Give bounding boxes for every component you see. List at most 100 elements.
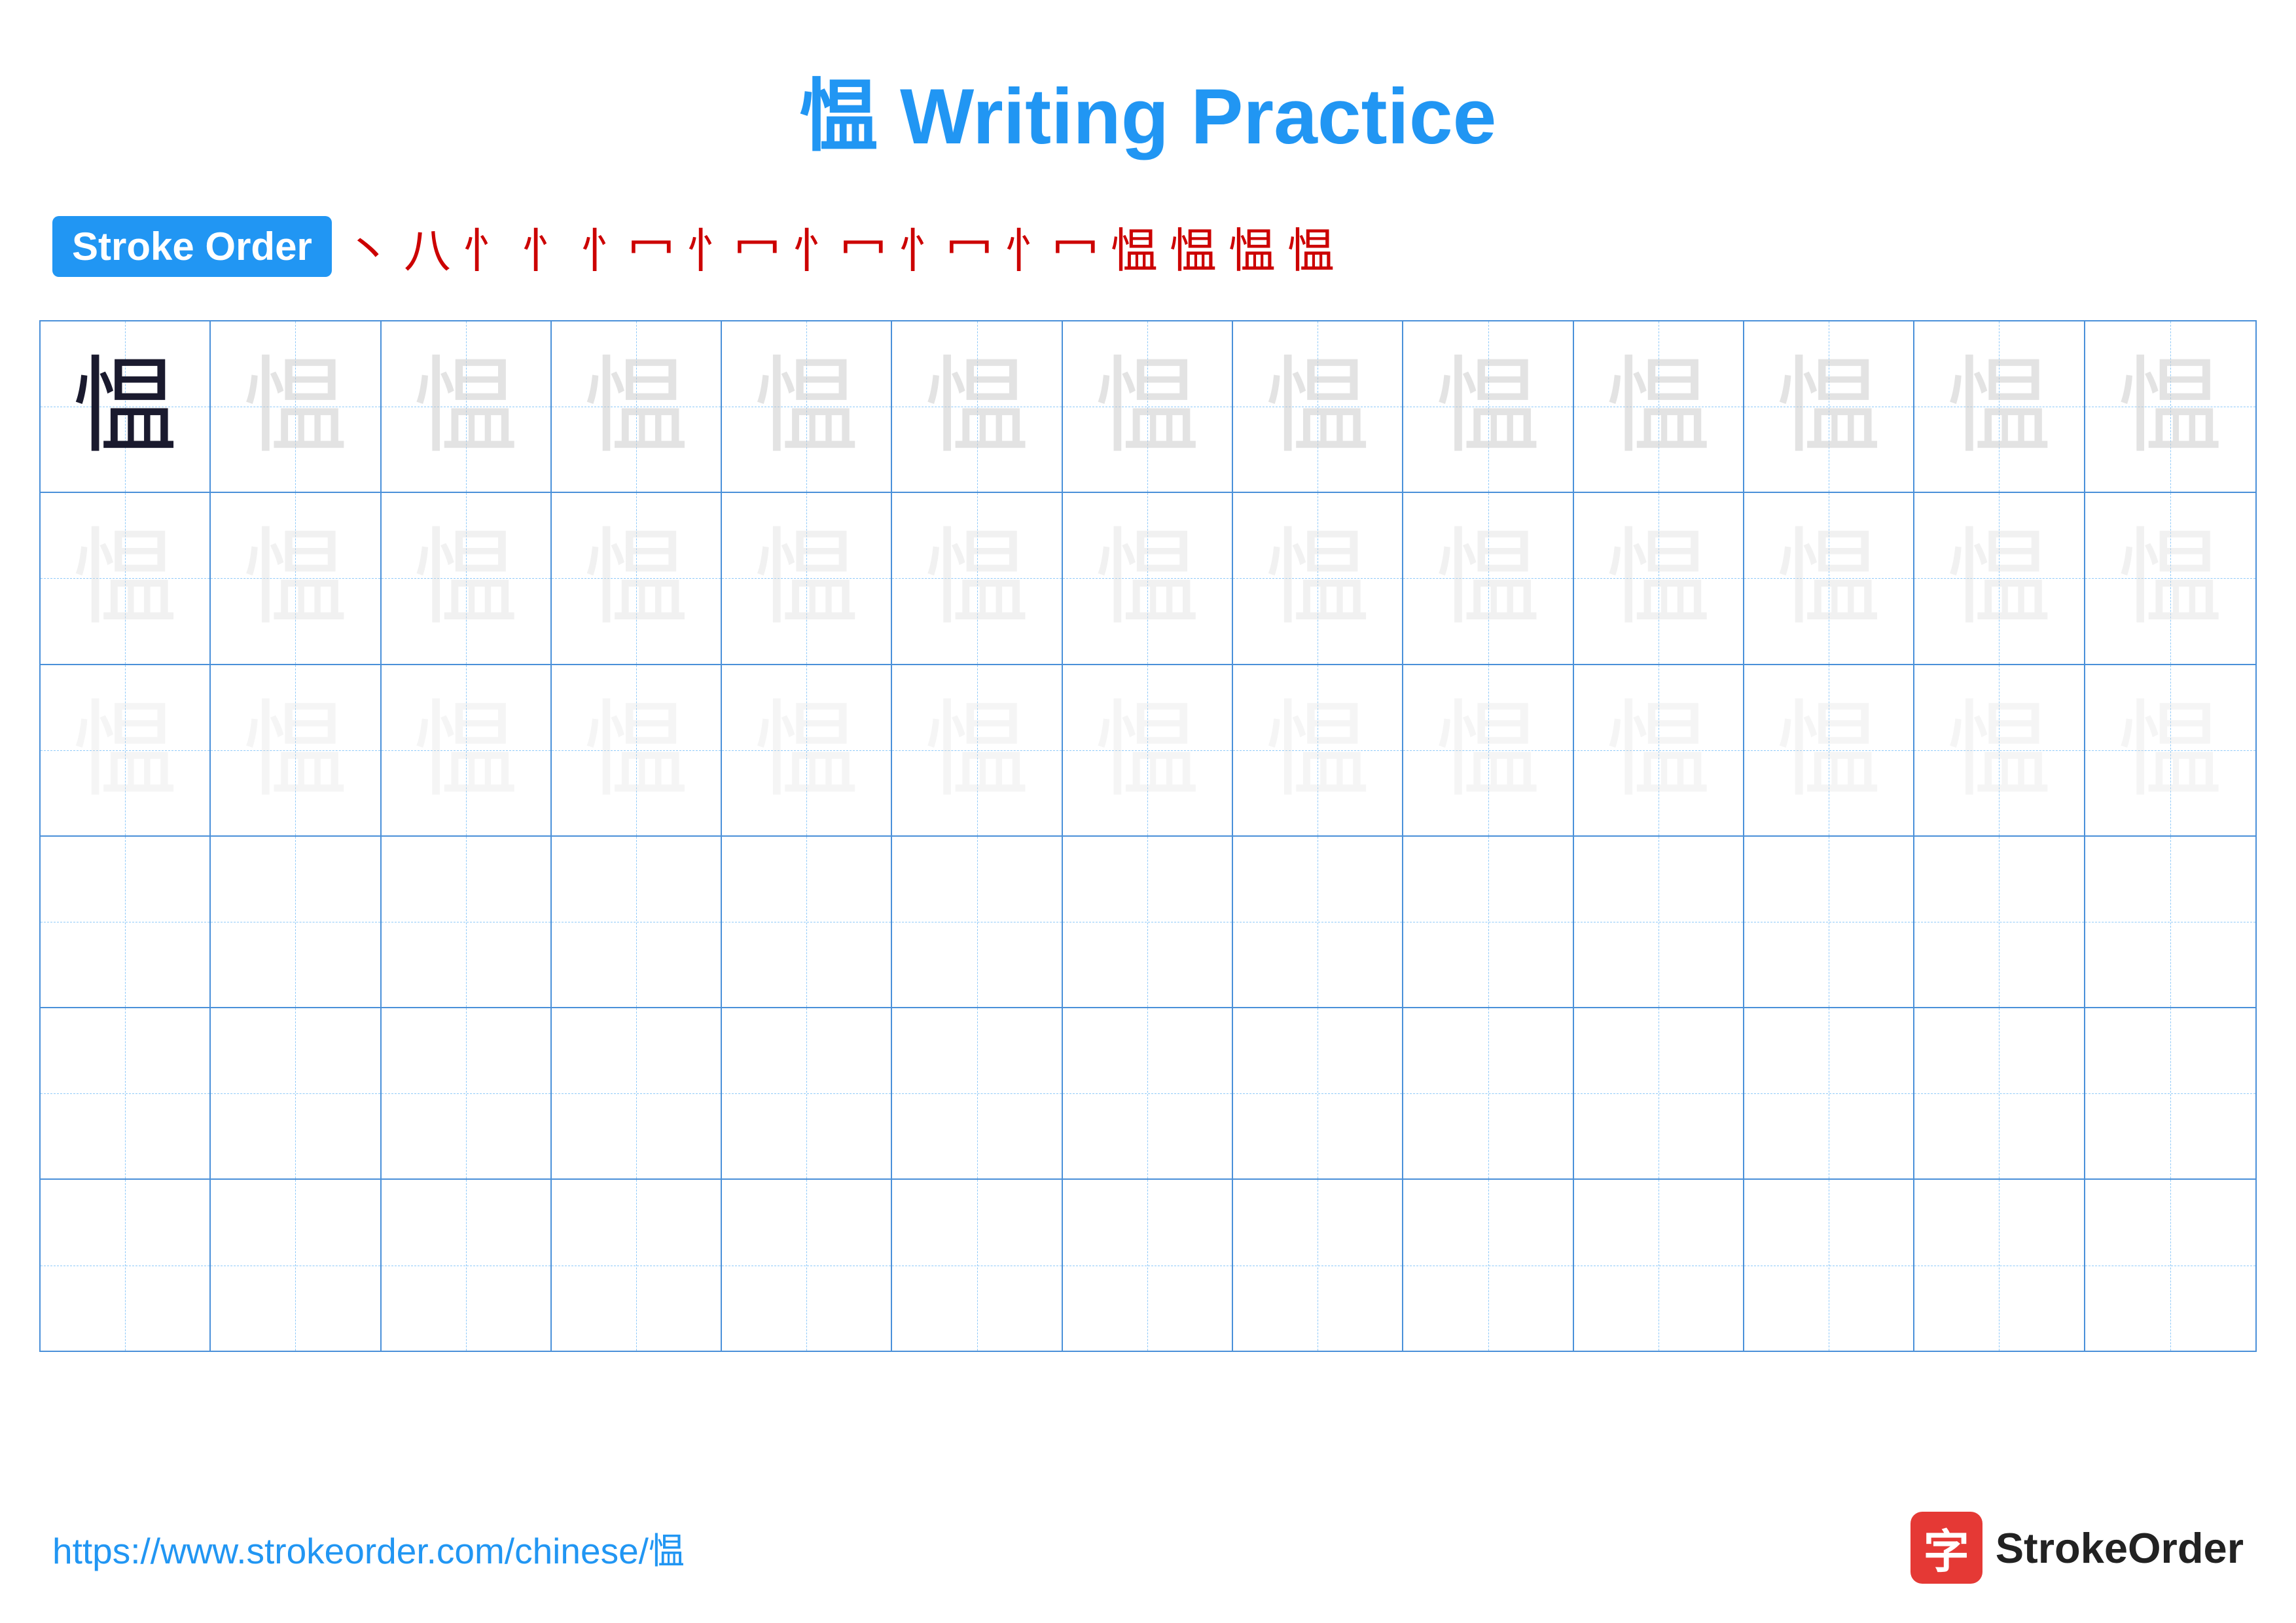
char-display: 愠 — [1946, 526, 2051, 630]
cell-3-5[interactable]: 愠 — [722, 665, 892, 835]
cell-1-10[interactable]: 愠 — [1574, 321, 1744, 492]
cell-3-2[interactable]: 愠 — [211, 665, 381, 835]
cell-2-7[interactable]: 愠 — [1063, 493, 1233, 663]
char-display: 愠 — [1436, 526, 1541, 630]
cell-3-3[interactable]: 愠 — [382, 665, 552, 835]
cell-5-3[interactable] — [382, 1008, 552, 1178]
cell-5-10[interactable] — [1574, 1008, 1744, 1178]
cell-4-7[interactable] — [1063, 837, 1233, 1007]
cell-1-12[interactable]: 愠 — [1914, 321, 2085, 492]
footer-url[interactable]: https://www.strokeorder.com/chinese/愠 — [52, 1522, 685, 1574]
cell-2-10[interactable]: 愠 — [1574, 493, 1744, 663]
cell-3-13[interactable]: 愠 — [2085, 665, 2255, 835]
cell-5-6[interactable] — [892, 1008, 1062, 1178]
cell-3-8[interactable]: 愠 — [1233, 665, 1403, 835]
cell-1-3[interactable]: 愠 — [382, 321, 552, 492]
stroke-2: 八 — [404, 212, 451, 281]
cell-6-3[interactable] — [382, 1180, 552, 1350]
cell-1-11[interactable]: 愠 — [1744, 321, 1914, 492]
cell-4-2[interactable] — [211, 837, 381, 1007]
cell-5-12[interactable] — [1914, 1008, 2085, 1178]
cell-1-2[interactable]: 愠 — [211, 321, 381, 492]
cell-2-5[interactable]: 愠 — [722, 493, 892, 663]
cell-2-11[interactable]: 愠 — [1744, 493, 1914, 663]
footer-logo-text: StrokeOrder — [1996, 1523, 2244, 1573]
cell-1-8[interactable]: 愠 — [1233, 321, 1403, 492]
page-header: 愠 Writing Practice — [0, 0, 2296, 192]
cell-2-3[interactable]: 愠 — [382, 493, 552, 663]
stroke-3: 忄 — [463, 212, 510, 281]
cell-6-13[interactable] — [2085, 1180, 2255, 1350]
stroke-11: 愠 — [1170, 212, 1217, 281]
grid-row-5 — [41, 1008, 2255, 1180]
cell-4-13[interactable] — [2085, 837, 2255, 1007]
stroke-7: 忄冖 — [793, 212, 887, 281]
cell-2-13[interactable]: 愠 — [2085, 493, 2255, 663]
cell-6-9[interactable] — [1403, 1180, 1573, 1350]
stroke-4: 忄 — [522, 212, 569, 281]
cell-1-1[interactable]: 愠 — [41, 321, 211, 492]
cell-6-8[interactable] — [1233, 1180, 1403, 1350]
cell-5-13[interactable] — [2085, 1008, 2255, 1178]
cell-3-6[interactable]: 愠 — [892, 665, 1062, 835]
page-title: 愠 Writing Practice — [0, 52, 2296, 166]
cell-3-7[interactable]: 愠 — [1063, 665, 1233, 835]
cell-5-7[interactable] — [1063, 1008, 1233, 1178]
cell-2-12[interactable]: 愠 — [1914, 493, 2085, 663]
char-display: 愠 — [1265, 526, 1370, 630]
cell-2-8[interactable]: 愠 — [1233, 493, 1403, 663]
cell-4-9[interactable] — [1403, 837, 1573, 1007]
stroke-10: 愠 — [1111, 212, 1158, 281]
cell-1-9[interactable]: 愠 — [1403, 321, 1573, 492]
cell-6-1[interactable] — [41, 1180, 211, 1350]
cell-2-6[interactable]: 愠 — [892, 493, 1062, 663]
cell-3-10[interactable]: 愠 — [1574, 665, 1744, 835]
cell-4-1[interactable] — [41, 837, 211, 1007]
cell-4-6[interactable] — [892, 837, 1062, 1007]
cell-1-6[interactable]: 愠 — [892, 321, 1062, 492]
cell-2-2[interactable]: 愠 — [211, 493, 381, 663]
char-display: 愠 — [414, 354, 518, 459]
cell-6-7[interactable] — [1063, 1180, 1233, 1350]
cell-3-4[interactable]: 愠 — [552, 665, 722, 835]
cell-5-5[interactable] — [722, 1008, 892, 1178]
cell-6-11[interactable] — [1744, 1180, 1914, 1350]
cell-5-9[interactable] — [1403, 1008, 1573, 1178]
cell-4-3[interactable] — [382, 837, 552, 1007]
cell-1-5[interactable]: 愠 — [722, 321, 892, 492]
cell-4-5[interactable] — [722, 837, 892, 1007]
char-display: 愠 — [584, 354, 689, 459]
cell-6-6[interactable] — [892, 1180, 1062, 1350]
cell-1-4[interactable]: 愠 — [552, 321, 722, 492]
cell-1-13[interactable]: 愠 — [2085, 321, 2255, 492]
cell-6-5[interactable] — [722, 1180, 892, 1350]
cell-5-8[interactable] — [1233, 1008, 1403, 1178]
cell-3-9[interactable]: 愠 — [1403, 665, 1573, 835]
cell-3-12[interactable]: 愠 — [1914, 665, 2085, 835]
cell-5-2[interactable] — [211, 1008, 381, 1178]
cell-6-4[interactable] — [552, 1180, 722, 1350]
cell-4-10[interactable] — [1574, 837, 1744, 1007]
cell-4-11[interactable] — [1744, 837, 1914, 1007]
cell-2-1[interactable]: 愠 — [41, 493, 211, 663]
cell-6-10[interactable] — [1574, 1180, 1744, 1350]
char-display: 愠 — [1436, 698, 1541, 803]
char-display: 愠 — [1265, 698, 1370, 803]
cell-5-11[interactable] — [1744, 1008, 1914, 1178]
grid-row-3: 愠 愠 愠 愠 愠 愠 愠 愠 愠 愠 愠 愠 — [41, 665, 2255, 837]
cell-2-4[interactable]: 愠 — [552, 493, 722, 663]
cell-6-12[interactable] — [1914, 1180, 2085, 1350]
cell-4-8[interactable] — [1233, 837, 1403, 1007]
stroke-6: 忄冖 — [687, 212, 781, 281]
char-display: 愠 — [414, 698, 518, 803]
cell-4-12[interactable] — [1914, 837, 2085, 1007]
cell-5-1[interactable] — [41, 1008, 211, 1178]
cell-2-9[interactable]: 愠 — [1403, 493, 1573, 663]
cell-3-1[interactable]: 愠 — [41, 665, 211, 835]
cell-1-7[interactable]: 愠 — [1063, 321, 1233, 492]
cell-3-11[interactable]: 愠 — [1744, 665, 1914, 835]
char-display: 愠 — [584, 526, 689, 630]
cell-6-2[interactable] — [211, 1180, 381, 1350]
cell-5-4[interactable] — [552, 1008, 722, 1178]
cell-4-4[interactable] — [552, 837, 722, 1007]
